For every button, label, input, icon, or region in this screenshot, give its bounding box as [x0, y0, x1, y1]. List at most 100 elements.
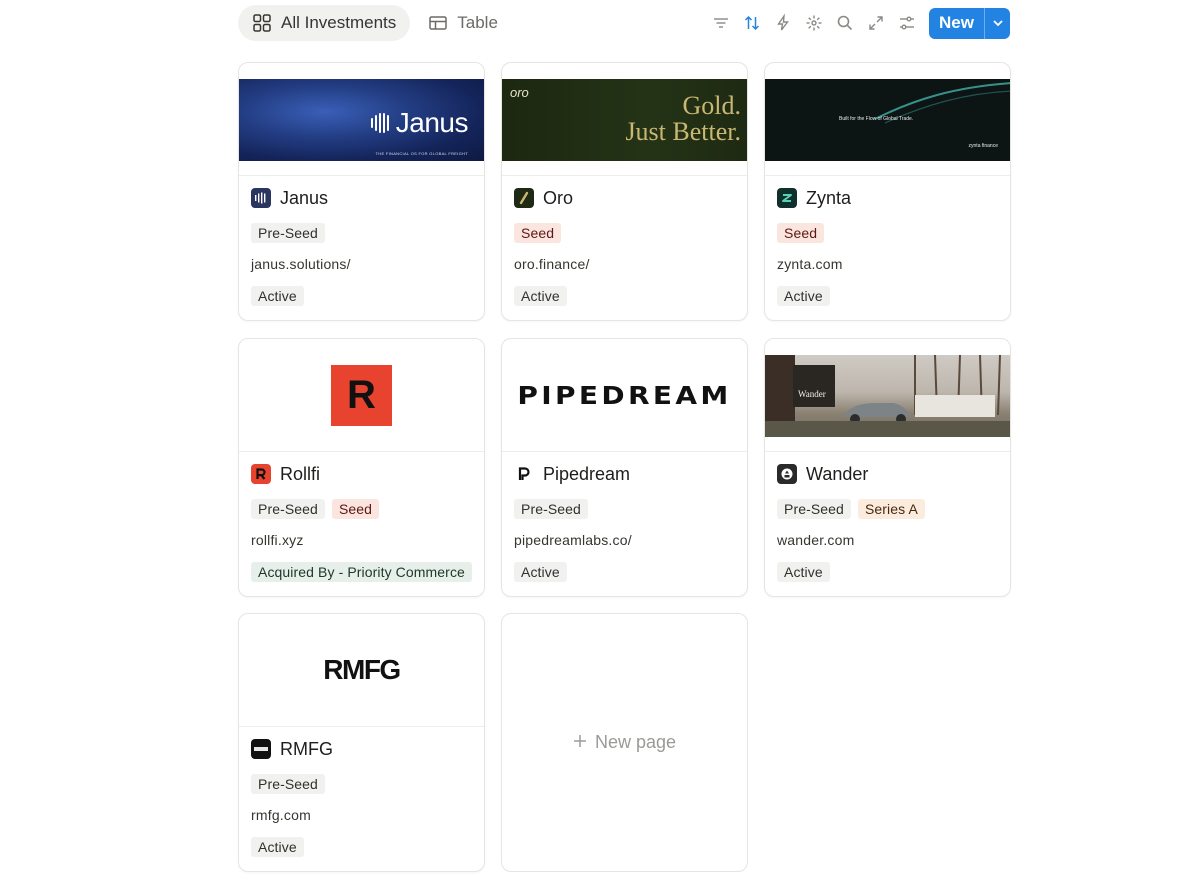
janus-cover-tagline: THE FINANCIAL OS FOR GLOBAL FREIGHT: [375, 151, 468, 156]
card-title-row: Wander: [777, 461, 868, 487]
rollfi-cover-logo: R: [331, 365, 392, 426]
new-button-label[interactable]: New: [929, 8, 984, 39]
website-url[interactable]: janus.solutions/: [251, 256, 351, 272]
stage-tag: Pre-Seed: [251, 499, 325, 519]
gallery-card-janus[interactable]: Janus THE FINANCIAL OS FOR GLOBAL FREIGH…: [238, 62, 485, 321]
oro-page-icon: [514, 188, 534, 208]
stage-tags: Pre-Seed: [251, 223, 325, 243]
card-title: Zynta: [806, 187, 852, 208]
card-cover: PIPEDREAM: [502, 339, 747, 452]
card-title: Janus: [280, 187, 329, 208]
stage-tags: Pre-Seed Seed: [251, 499, 380, 519]
settings-icon[interactable]: [891, 8, 922, 38]
card-cover: R: [239, 339, 484, 452]
oro-cover-brand: oro: [510, 85, 529, 100]
expand-icon[interactable]: [860, 8, 891, 38]
plus-icon: [573, 731, 587, 754]
stage-tags: Pre-Seed: [251, 774, 325, 794]
rollfi-cover-letter: R: [347, 373, 376, 417]
janus-logo-icon: [370, 113, 389, 133]
card-cover: Wander: [765, 339, 1010, 452]
gallery-card-rmfg[interactable]: RMFG RMFG Pre-Seed rmfg.com Active: [238, 613, 485, 872]
filter-icon[interactable]: [705, 8, 736, 38]
card-title: RMFG: [280, 738, 333, 759]
gallery-card-pipedream[interactable]: PIPEDREAM Pipedream Pre-Seed pipedreamla…: [501, 338, 748, 597]
stage-tag: Pre-Seed: [251, 774, 325, 794]
website-url[interactable]: rollfi.xyz: [251, 532, 304, 548]
stage-tag: Seed: [514, 223, 562, 243]
tab-label: Table: [457, 13, 498, 32]
card-title-row: Rollfi: [251, 461, 320, 487]
tab-table[interactable]: Table: [414, 5, 512, 41]
stage-tag: Series A: [857, 499, 925, 519]
wander-cover-sign: Wander: [798, 389, 826, 399]
website-url[interactable]: wander.com: [777, 532, 854, 548]
rollfi-page-icon: [251, 464, 271, 484]
sort-icon[interactable]: [736, 8, 767, 38]
card-title: Wander: [806, 463, 869, 484]
card-cover: oro Gold. Just Better.: [502, 63, 747, 176]
table-icon: [428, 13, 448, 33]
stage-tags: Pre-Seed Series A: [777, 499, 925, 519]
wander-cover-image: Wander: [765, 355, 1010, 437]
card-title-row: Pipedream: [514, 461, 630, 487]
new-page-label: New page: [594, 732, 677, 752]
status-badge: Active: [777, 562, 830, 582]
oro-cover-image: oro Gold. Just Better.: [502, 79, 747, 161]
card-title-row: RMFG: [251, 736, 333, 762]
automation-icon[interactable]: [767, 8, 798, 38]
toolbar-actions: New: [705, 7, 1010, 39]
pipedream-cover-wordmark: PIPEDREAM: [517, 381, 732, 410]
rmfg-page-icon: [251, 739, 271, 759]
card-cover: Built for the Flow of Global Trade. zynt…: [765, 63, 1010, 176]
card-cover: RMFG: [239, 614, 484, 727]
zynta-cover-brand: zynta finance: [968, 143, 998, 149]
stage-tag: Pre-Seed: [514, 499, 588, 519]
new-button[interactable]: New: [929, 7, 1010, 39]
gallery-card-wander[interactable]: Wander Wander Pre-Seed Series A wander.c…: [764, 338, 1011, 597]
stage-tags: Seed: [777, 223, 825, 243]
zynta-cover-tagline: Built for the Flow of Global Trade.: [839, 116, 914, 122]
chevron-down-icon[interactable]: [984, 7, 1010, 39]
janus-cover-image: Janus THE FINANCIAL OS FOR GLOBAL FREIGH…: [239, 79, 484, 161]
customize-icon[interactable]: [798, 8, 829, 38]
website-url[interactable]: pipedreamlabs.co/: [514, 532, 632, 548]
card-title: Oro: [543, 187, 574, 208]
oro-cover-headline-2: Just Better.: [625, 117, 741, 146]
search-icon[interactable]: [829, 8, 860, 38]
card-title: Pipedream: [543, 463, 631, 484]
zynta-page-icon: [777, 188, 797, 208]
website-url[interactable]: rmfg.com: [251, 807, 311, 823]
wander-page-icon: [777, 464, 797, 484]
card-title-row: Janus: [251, 185, 328, 211]
tab-all-investments[interactable]: All Investments: [238, 5, 411, 41]
rmfg-cover-wordmark: RMFG: [323, 654, 401, 685]
gallery-card-zynta[interactable]: Built for the Flow of Global Trade. zynt…: [764, 62, 1011, 321]
new-page-card[interactable]: New page: [501, 613, 748, 872]
stage-tag: Pre-Seed: [777, 499, 851, 519]
gallery-icon: [252, 13, 272, 33]
stage-tags: Pre-Seed: [514, 499, 588, 519]
website-url[interactable]: oro.finance/: [514, 256, 590, 272]
oro-cover-headline-1: Gold.: [682, 91, 742, 120]
card-title-row: Zynta: [777, 185, 851, 211]
status-badge: Active: [777, 286, 830, 306]
status-badge: Active: [514, 286, 567, 306]
janus-cover-wordmark: Janus: [395, 107, 469, 138]
gallery-card-oro[interactable]: oro Gold. Just Better. Oro Seed oro.fina…: [501, 62, 748, 321]
status-badge: Active: [514, 562, 567, 582]
gallery-card-rollfi[interactable]: R Rollfi Pre-Seed Seed rollfi.xyz Acquir…: [238, 338, 485, 597]
status-badge: Acquired By - Priority Commerce: [251, 562, 472, 582]
card-cover: Janus THE FINANCIAL OS FOR GLOBAL FREIGH…: [239, 63, 484, 176]
stage-tag: Seed: [331, 499, 380, 519]
status-badge: Active: [251, 286, 304, 306]
janus-page-icon: [251, 188, 271, 208]
status-badge: Active: [251, 837, 304, 857]
view-toolbar: All Investments Table New: [238, 5, 1010, 41]
website-url[interactable]: zynta.com: [777, 256, 843, 272]
stage-tag: Seed: [777, 223, 825, 243]
zynta-cover-image: Built for the Flow of Global Trade. zynt…: [765, 79, 1010, 161]
pipedream-page-icon: [514, 464, 534, 484]
card-title: Rollfi: [280, 463, 321, 484]
stage-tags: Seed: [514, 223, 562, 243]
